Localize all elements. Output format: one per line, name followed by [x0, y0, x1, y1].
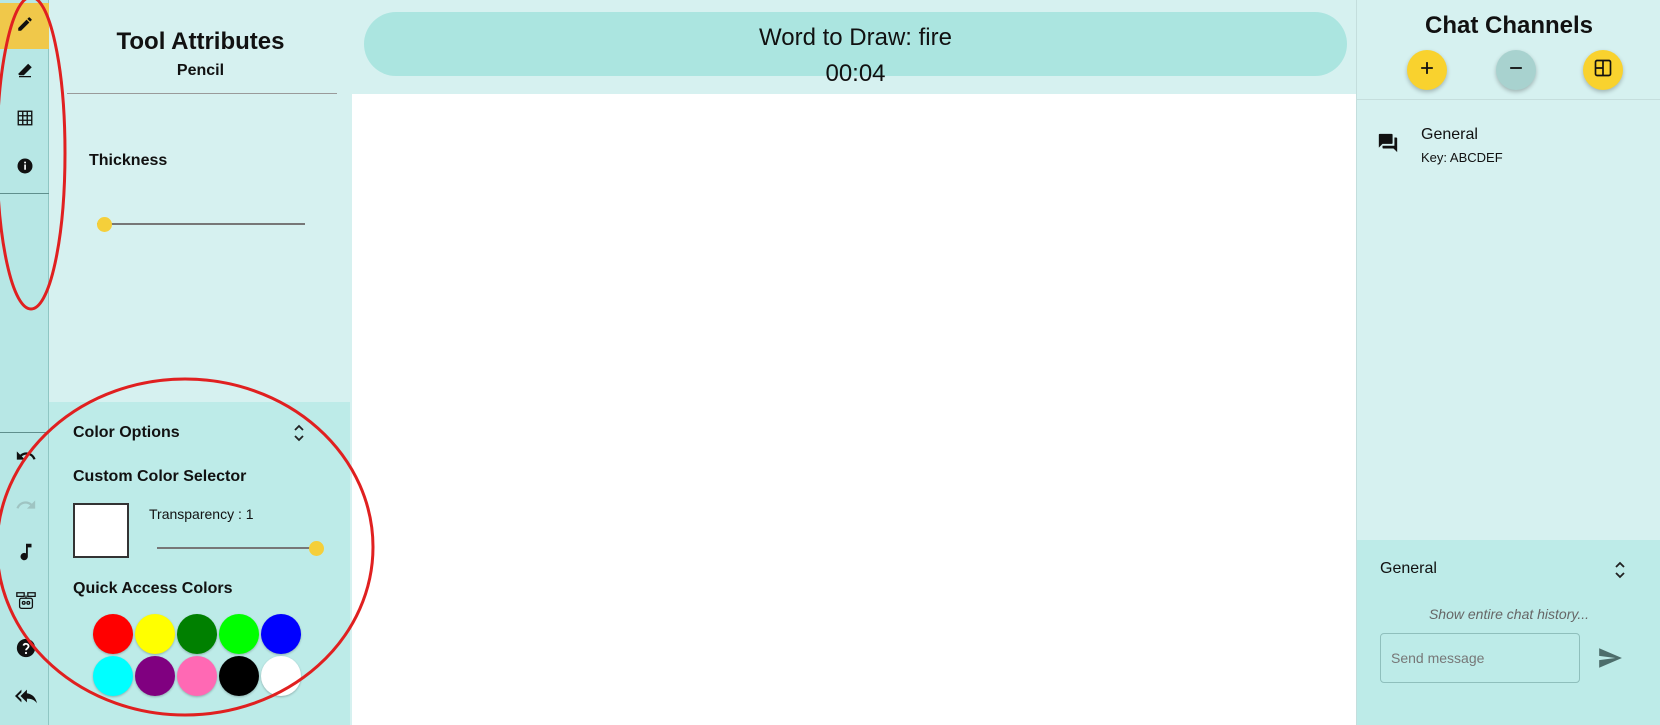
- bot-button[interactable]: [14, 591, 38, 615]
- chat-box: General Show entire chat history...: [1357, 540, 1660, 725]
- quick-color-swatch[interactable]: [135, 656, 175, 696]
- drawing-canvas[interactable]: [352, 94, 1356, 725]
- pencil-tool-button[interactable]: [0, 3, 49, 49]
- toolbar-divider: [0, 432, 49, 433]
- tool-attributes-title: Tool Attributes: [116, 28, 285, 55]
- leave-channel-button[interactable]: [1496, 50, 1536, 90]
- robot-icon: [15, 590, 37, 617]
- quick-color-swatch[interactable]: [261, 614, 301, 654]
- channel-name: General: [1421, 126, 1478, 143]
- custom-color-selector-label: Custom Color Selector: [73, 468, 247, 485]
- quick-color-swatch[interactable]: [177, 656, 217, 696]
- quick-color-swatch[interactable]: [261, 656, 301, 696]
- transparency-label: Transparency : 1: [149, 506, 254, 522]
- panel-divider: [67, 93, 337, 94]
- music-note-icon: [15, 541, 37, 568]
- game-header: Word to Draw: fire 00:04: [352, 0, 1356, 94]
- quick-color-swatch[interactable]: [177, 614, 217, 654]
- channel-key: Key: ABCDEF: [1421, 150, 1503, 165]
- chat-panel: Chat Channels General Key: ABCDEF Genera…: [1356, 0, 1660, 725]
- redo-icon: [15, 494, 37, 521]
- undo-button[interactable]: [14, 446, 38, 470]
- eraser-icon: [16, 61, 34, 84]
- info-tool-button[interactable]: [0, 145, 49, 191]
- toolbar-divider: [0, 193, 49, 194]
- quick-color-swatch[interactable]: [219, 614, 259, 654]
- color-options-section: Color Options Custom Color Selector Tran…: [49, 402, 350, 725]
- quick-color-swatch[interactable]: [93, 614, 133, 654]
- thickness-slider-thumb[interactable]: [97, 217, 112, 232]
- active-channel-title: General: [1380, 560, 1437, 577]
- info-icon: [16, 157, 34, 180]
- window-icon: [1593, 58, 1613, 83]
- eraser-tool-button[interactable]: [0, 49, 49, 95]
- minus-icon: [1506, 58, 1526, 83]
- expand-collapse-icon[interactable]: [291, 422, 307, 444]
- chat-channels-title: Chat Channels: [1424, 12, 1594, 39]
- back-button[interactable]: [14, 686, 38, 710]
- reply-all-icon: [15, 685, 37, 712]
- music-button[interactable]: [14, 542, 38, 566]
- forum-icon: [1377, 132, 1399, 154]
- current-color-swatch[interactable]: [73, 503, 129, 558]
- grid-tool-button[interactable]: [0, 97, 49, 143]
- expand-collapse-icon[interactable]: [1612, 558, 1628, 582]
- word-pill: Word to Draw: fire 00:04: [364, 12, 1347, 87]
- undo-icon: [15, 445, 37, 472]
- channel-list-item[interactable]: General Key: ABCDEF: [1357, 120, 1660, 170]
- transparency-slider[interactable]: [157, 547, 317, 549]
- add-channel-button[interactable]: [1407, 50, 1447, 90]
- quick-color-swatch[interactable]: [93, 656, 133, 696]
- thickness-label: Thickness: [89, 152, 168, 169]
- show-history-link[interactable]: Show entire chat history...: [1357, 606, 1660, 622]
- chat-header: Chat Channels: [1357, 0, 1660, 100]
- quick-access-colors-label: Quick Access Colors: [73, 580, 233, 597]
- send-icon: [1597, 648, 1623, 675]
- pencil-icon: [16, 15, 34, 38]
- quick-color-swatch[interactable]: [219, 656, 259, 696]
- plus-icon: [1417, 58, 1437, 83]
- grid-icon: [16, 109, 34, 132]
- thickness-slider[interactable]: [97, 223, 305, 225]
- round-timer: 00:04: [825, 60, 886, 87]
- help-icon: [15, 637, 37, 664]
- redo-button[interactable]: [14, 495, 38, 519]
- quick-color-swatch[interactable]: [135, 614, 175, 654]
- color-options-title: Color Options: [73, 424, 180, 441]
- selected-tool-name: Pencil: [176, 62, 225, 79]
- transparency-slider-thumb[interactable]: [309, 541, 324, 556]
- join-channel-button[interactable]: [1583, 50, 1623, 90]
- help-button[interactable]: [14, 638, 38, 662]
- send-button[interactable]: [1597, 645, 1623, 671]
- word-to-draw: Word to Draw: fire: [759, 24, 952, 51]
- message-input[interactable]: [1380, 633, 1580, 683]
